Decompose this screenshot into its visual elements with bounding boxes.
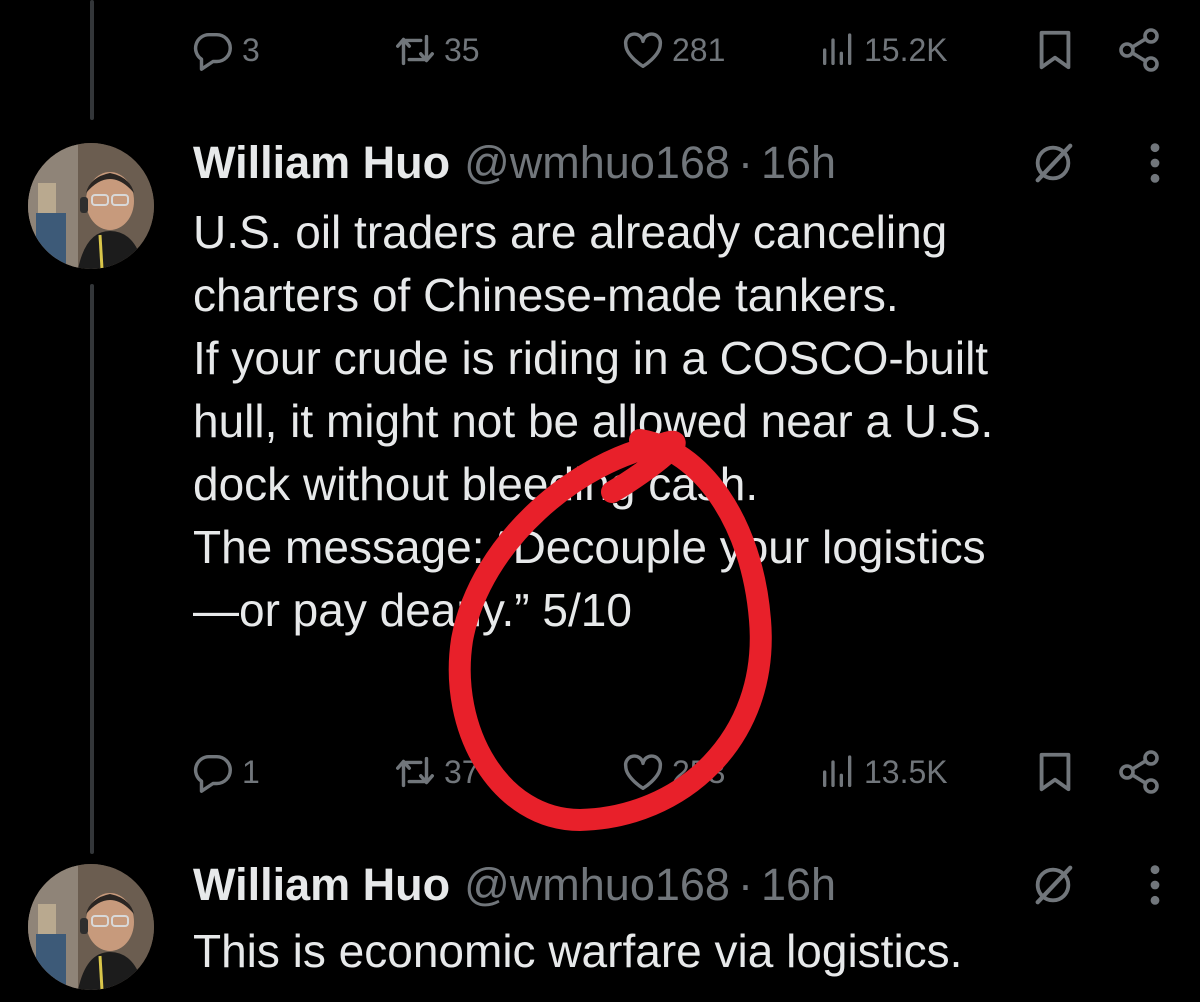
more-icon[interactable] (1149, 862, 1161, 908)
avatar-photo (28, 864, 154, 990)
separator-dot: · (737, 137, 753, 188)
avatar-photo (28, 143, 154, 269)
more-icon[interactable] (1149, 140, 1161, 186)
tweet-text-line: —or pay dearly.” 5/10 (193, 584, 632, 636)
tweet-text-line: U.S. oil traders are already canceling (193, 206, 948, 258)
author-handle[interactable]: @wmhuo168 (464, 137, 730, 189)
separator-dot: · (737, 859, 753, 910)
tweet-text-line: The message: “Decouple your logistics (193, 521, 986, 573)
author-handle[interactable]: @wmhuo168 (464, 859, 730, 911)
author-name[interactable]: William Huo (193, 137, 450, 189)
tweet-header: William Huo @wmhuo168 · 16h (193, 128, 1183, 198)
tweet-text-line: dock without bleeding cash. (193, 458, 759, 510)
author-name[interactable]: William Huo (193, 859, 450, 911)
repost-count: 37 (444, 753, 480, 790)
bookmark-icon (1032, 749, 1078, 795)
share-icon (1115, 748, 1163, 796)
reply-count: 1 (242, 753, 260, 790)
avatar[interactable] (28, 143, 154, 269)
tweet-text: U.S. oil traders are already canceling c… (193, 201, 1183, 642)
repost-icon (392, 749, 438, 795)
timestamp[interactable]: 16h (761, 859, 836, 911)
tweet-text: This is economic warfare via logistics. (193, 920, 1183, 983)
views-button[interactable]: 13.5K (818, 742, 948, 802)
tweet-text-line: If your crude is riding in a COSCO-built (193, 332, 989, 384)
repost-button[interactable]: 37 (392, 742, 480, 802)
timestamp[interactable]: 16h (761, 137, 836, 189)
avatar[interactable] (28, 864, 154, 990)
tweet[interactable]: William Huo @wmhuo168 · 16h U.S. oil tra… (0, 0, 1200, 850)
views-icon (818, 752, 858, 792)
action-bar: 1 37 253 13.5K (190, 742, 1180, 802)
tweet[interactable]: William Huo @wmhuo168 · 16h This is econ… (0, 850, 1200, 1002)
like-button[interactable]: 253 (620, 742, 725, 802)
bookmark-button[interactable] (1032, 742, 1078, 802)
like-count: 253 (672, 753, 726, 790)
heart-icon (620, 749, 666, 795)
grok-icon[interactable] (1030, 140, 1076, 186)
tweet-header: William Huo @wmhuo168 · 16h (193, 850, 1183, 920)
tweet-text-line: hull, it might not be allowed near a U.S… (193, 395, 994, 447)
grok-icon[interactable] (1030, 862, 1076, 908)
views-count: 13.5K (864, 753, 948, 790)
tweet-text-line: This is economic warfare via logistics. (193, 925, 963, 977)
reply-button[interactable]: 1 (190, 742, 260, 802)
share-button[interactable] (1115, 742, 1163, 802)
tweet-text-line: charters of Chinese-made tankers. (193, 269, 899, 321)
reply-icon (190, 749, 236, 795)
